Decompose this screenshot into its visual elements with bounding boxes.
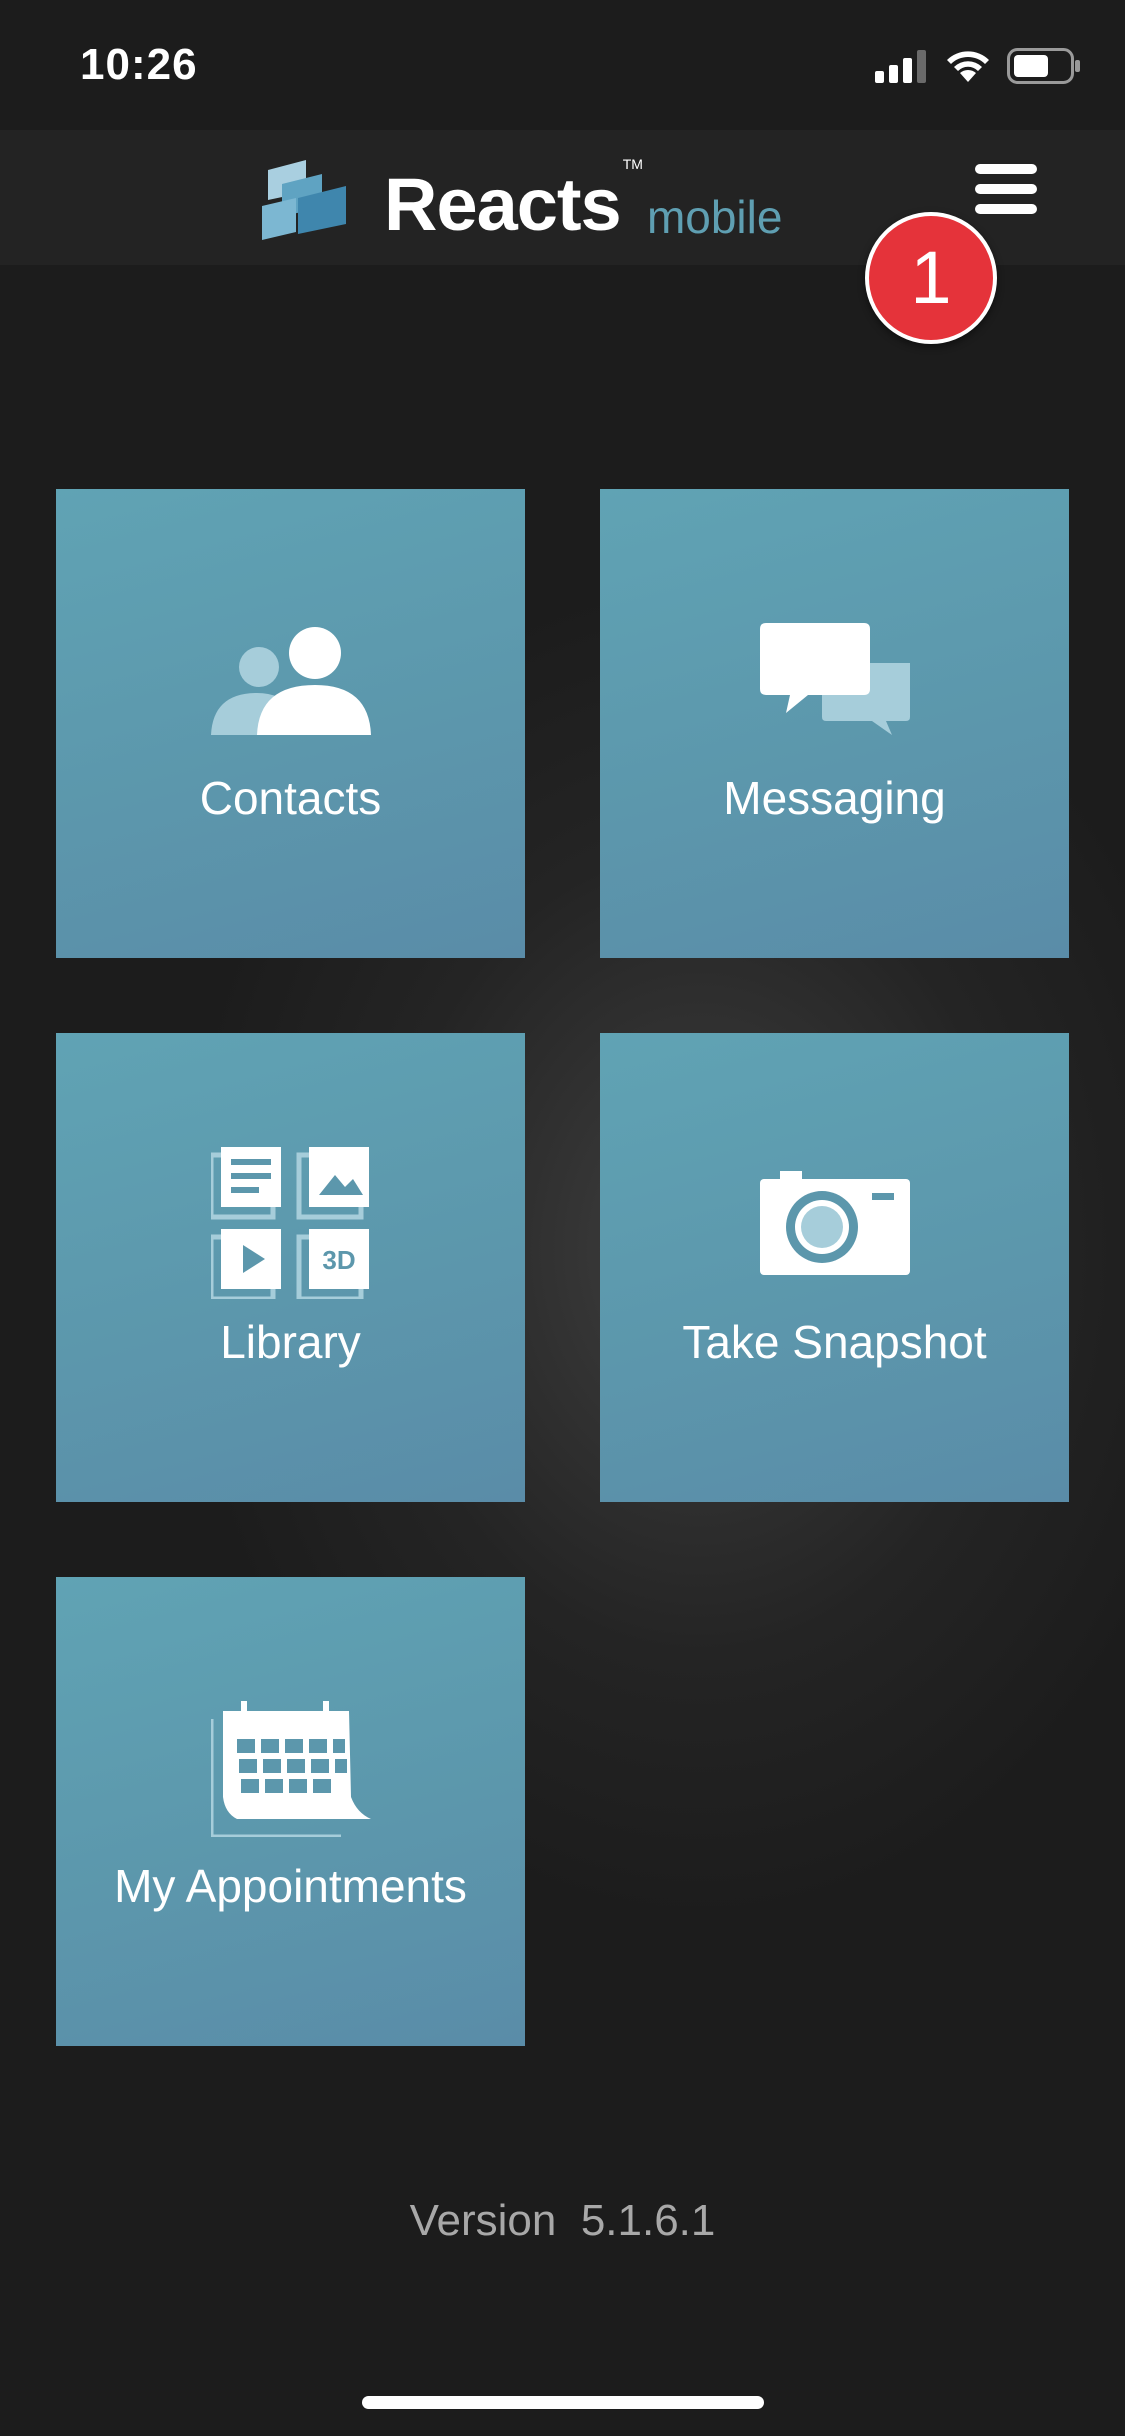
reacts-home-screen: 10:26 Reacts TM mobile 1 Contacts Messag…	[0, 0, 1125, 2436]
my-appointments-label: My Appointments	[114, 1860, 467, 1912]
my-appointments-tile[interactable]: My Appointments	[56, 1577, 525, 2046]
messaging-label: Messaging	[723, 772, 946, 824]
contacts-label: Contacts	[199, 772, 382, 824]
version-text: Version 5.1.6.1	[409, 2196, 716, 2245]
library-label: Library	[220, 1316, 361, 1368]
contacts-icon	[210, 627, 371, 735]
library-icon: 3D	[210, 1147, 369, 1299]
messaging-tile[interactable]: Messaging	[600, 489, 1069, 958]
status-time: 10:26	[80, 40, 198, 89]
logo-trademark: TM	[622, 156, 643, 172]
status-bar: 10:26	[0, 0, 1125, 130]
reacts-logo: Reacts TM mobile	[262, 150, 782, 242]
contacts-tile[interactable]: Contacts	[56, 489, 525, 958]
hamburger-menu-button[interactable]	[966, 164, 1046, 224]
notification-badge[interactable]: 1	[865, 212, 997, 344]
logo-subtitle: mobile	[646, 191, 783, 243]
svg-text:3D: 3D	[322, 1245, 355, 1275]
take-snapshot-tile[interactable]: Take Snapshot	[600, 1033, 1069, 1502]
messaging-icon	[759, 623, 910, 735]
reacts-logo-icon	[262, 160, 346, 240]
calendar-icon	[210, 1701, 371, 1837]
logo-wordmark: Reacts	[384, 163, 622, 246]
wifi-icon	[947, 51, 989, 82]
cellular-signal-icon	[875, 50, 926, 83]
take-snapshot-label: Take Snapshot	[682, 1316, 987, 1368]
battery-icon	[1007, 48, 1080, 84]
home-indicator[interactable]	[362, 2396, 764, 2409]
camera-icon	[759, 1171, 910, 1275]
hamburger-menu-icon	[975, 164, 1037, 174]
library-tile[interactable]: 3D Library	[56, 1033, 525, 1502]
status-icons	[875, 48, 1081, 84]
